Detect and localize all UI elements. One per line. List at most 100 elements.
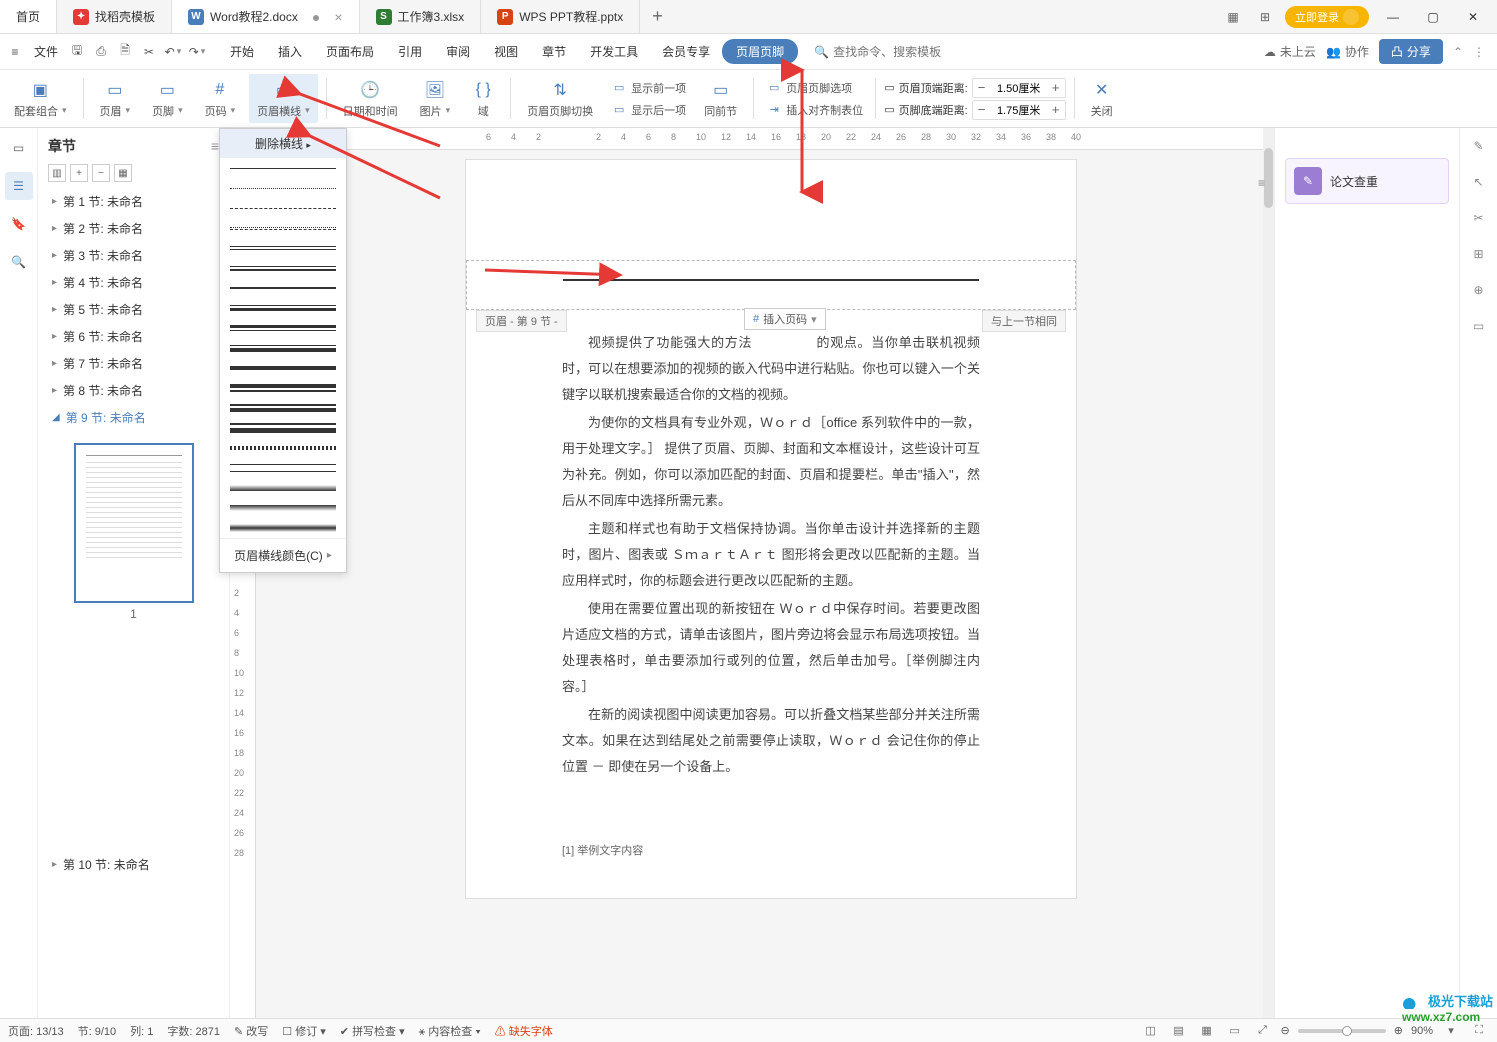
more-icon[interactable]: ⋮	[1473, 45, 1485, 59]
status-column[interactable]: 列: 1	[130, 1023, 153, 1039]
collab-button[interactable]: 👥协作	[1326, 43, 1369, 60]
line-style-triple[interactable]	[220, 258, 346, 278]
zoom-value[interactable]: 90%	[1411, 1025, 1433, 1037]
tab-review[interactable]: 审阅	[434, 37, 482, 66]
zoom-slider[interactable]	[1298, 1029, 1386, 1033]
section-item[interactable]: ▸第 1 节: 未命名	[38, 188, 229, 215]
same-prev-button[interactable]: ▭ 同前节	[696, 74, 745, 123]
line-style-grad-mid[interactable]	[220, 518, 346, 538]
tab-layout[interactable]: 页面布局	[314, 37, 386, 66]
search-input[interactable]	[833, 45, 983, 59]
tab-reference[interactable]: 引用	[386, 37, 434, 66]
tab-header-footer[interactable]: 页眉页脚	[722, 39, 798, 64]
status-spellcheck[interactable]: ✔ 拼写检查 ▾	[340, 1023, 405, 1039]
section-item[interactable]: ▸第 6 节: 未命名	[38, 323, 229, 350]
tab-ppt[interactable]: P WPS PPT教程.pptx	[481, 0, 640, 33]
nav-tool-3[interactable]: −	[92, 164, 110, 182]
status-words[interactable]: 字数: 2871	[167, 1023, 220, 1039]
section-item[interactable]: ▸第 10 节: 未命名	[38, 851, 229, 878]
scroll-thumb[interactable]	[1264, 148, 1273, 208]
print-preview-icon[interactable]: 🗎	[114, 41, 136, 63]
zoom-fit-icon[interactable]: ⤢	[1253, 1022, 1273, 1040]
rr-pin-icon[interactable]: ✂	[1467, 206, 1491, 230]
header-dist-plus[interactable]: +	[1047, 79, 1065, 97]
line-style-thin[interactable]	[220, 158, 346, 178]
line-style-wave-double[interactable]	[220, 458, 346, 478]
rr-more-icon[interactable]: ⋯	[1467, 994, 1491, 1018]
match-combo-button[interactable]: ▣ 配套组合	[6, 74, 75, 123]
view-mode-3-icon[interactable]: ▦	[1197, 1022, 1217, 1040]
nav-tool-2[interactable]: +	[70, 164, 88, 182]
line-style-heavy-thin[interactable]	[220, 378, 346, 398]
align-tab-button[interactable]: ⇥插入对齐制表位	[762, 100, 867, 120]
line-style-heavy-sandwich[interactable]	[220, 418, 346, 438]
save-icon[interactable]: 🖫	[66, 41, 88, 63]
tab-section[interactable]: 章节	[530, 37, 578, 66]
tab-templates[interactable]: ✦ 找稻壳模板	[57, 0, 172, 33]
show-prev-button[interactable]: ▭显示前一项	[607, 78, 690, 98]
view-mode-4-icon[interactable]: ▭	[1225, 1022, 1245, 1040]
nav-tool-1[interactable]: ▥	[48, 164, 66, 182]
close-hf-button[interactable]: ✕ 关闭	[1083, 74, 1121, 123]
header-button[interactable]: ▭ 页眉	[92, 74, 139, 123]
line-style-grad-up[interactable]	[220, 498, 346, 518]
section-item[interactable]: ▸第 2 节: 未命名	[38, 215, 229, 242]
tab-doc-close-icon[interactable]: ×	[334, 9, 342, 25]
line-style-thick-thin[interactable]	[220, 318, 346, 338]
hf-options-button[interactable]: ▭页眉页脚选项	[762, 78, 867, 98]
picture-button[interactable]: 🖼 图片	[412, 74, 459, 123]
document-page[interactable]: 页眉 - 第 9 节 - #插入页码▾ 与上一节相同 视频提供了功能强大的方法 …	[466, 160, 1076, 898]
vertical-scrollbar[interactable]	[1263, 128, 1274, 1018]
status-page[interactable]: 页面: 13/13	[8, 1023, 64, 1039]
line-style-dashed[interactable]	[220, 198, 346, 218]
line-style-thin-heavy[interactable]	[220, 398, 346, 418]
line-style-thin-thick[interactable]	[220, 298, 346, 318]
cloud-status[interactable]: ☁未上云	[1264, 43, 1316, 60]
format-painter-icon[interactable]: ✂	[138, 41, 160, 63]
tab-dev[interactable]: 开发工具	[578, 37, 650, 66]
tab-insert[interactable]: 插入	[266, 37, 314, 66]
view-mode-2-icon[interactable]: ▤	[1169, 1022, 1189, 1040]
footer-dist-plus[interactable]: +	[1047, 101, 1065, 119]
tab-xls[interactable]: S 工作簿3.xlsx	[360, 0, 482, 33]
footer-dist-minus[interactable]: −	[973, 101, 991, 119]
header-line-button[interactable]: ▭ 页眉横线	[249, 74, 318, 123]
outline-rail-icon[interactable]: ▭	[5, 134, 33, 162]
rr-pencil-icon[interactable]: ✎	[1467, 134, 1491, 158]
rr-globe-icon[interactable]: ⊕	[1467, 278, 1491, 302]
share-button[interactable]: 凸分享	[1379, 39, 1443, 64]
rr-screen-icon[interactable]: ▭	[1467, 314, 1491, 338]
section-item[interactable]: ▸第 4 节: 未命名	[38, 269, 229, 296]
line-style-dotted[interactable]	[220, 178, 346, 198]
header-line-color[interactable]: 页眉横线颜色(C)▸	[220, 538, 346, 572]
header-dist-minus[interactable]: −	[973, 79, 991, 97]
page-thumbnail[interactable]	[74, 443, 194, 603]
section-item[interactable]: ▸第 8 节: 未命名	[38, 377, 229, 404]
undo-button[interactable]: ↶	[162, 41, 184, 63]
header-area[interactable]	[466, 260, 1076, 310]
tab-home[interactable]: 首页	[0, 0, 57, 33]
panel-hamburger-icon[interactable]: ≡	[1258, 176, 1265, 190]
tab-doc[interactable]: W Word教程2.docx ● ×	[172, 0, 359, 33]
hf-switch-button[interactable]: ⇅ 页眉页脚切换	[519, 74, 601, 123]
tab-start[interactable]: 开始	[218, 37, 266, 66]
section-item[interactable]: ▸第 3 节: 未命名	[38, 242, 229, 269]
status-missing-font[interactable]: ⚠ 缺失字体	[495, 1023, 553, 1039]
login-button[interactable]: 立即登录	[1285, 6, 1369, 28]
rr-grid-icon[interactable]: ⊞	[1467, 242, 1491, 266]
header-dist-input[interactable]	[991, 79, 1047, 97]
file-menu[interactable]: 文件	[28, 43, 64, 60]
view-mode-1-icon[interactable]: ◫	[1141, 1022, 1161, 1040]
line-style-wave[interactable]	[220, 438, 346, 458]
search-rail-icon[interactable]: 🔍	[5, 248, 33, 276]
section-item[interactable]: ▸第 5 节: 未命名	[38, 296, 229, 323]
nav-menu-icon[interactable]: ≡	[211, 138, 219, 154]
bookmark-rail-icon[interactable]: 🔖	[5, 210, 33, 238]
status-revision[interactable]: ☐ 修订 ▾	[282, 1023, 326, 1039]
show-next-button[interactable]: ▭显示后一项	[607, 100, 690, 120]
maximize-button[interactable]: ▢	[1417, 5, 1449, 29]
fullscreen-icon[interactable]: ⛶	[1469, 1022, 1489, 1040]
section-item-current[interactable]: ◢第 9 节: 未命名	[38, 404, 229, 431]
rr-pointer-icon[interactable]: ↖	[1467, 170, 1491, 194]
zoom-in-button[interactable]: ⊕	[1394, 1024, 1403, 1037]
